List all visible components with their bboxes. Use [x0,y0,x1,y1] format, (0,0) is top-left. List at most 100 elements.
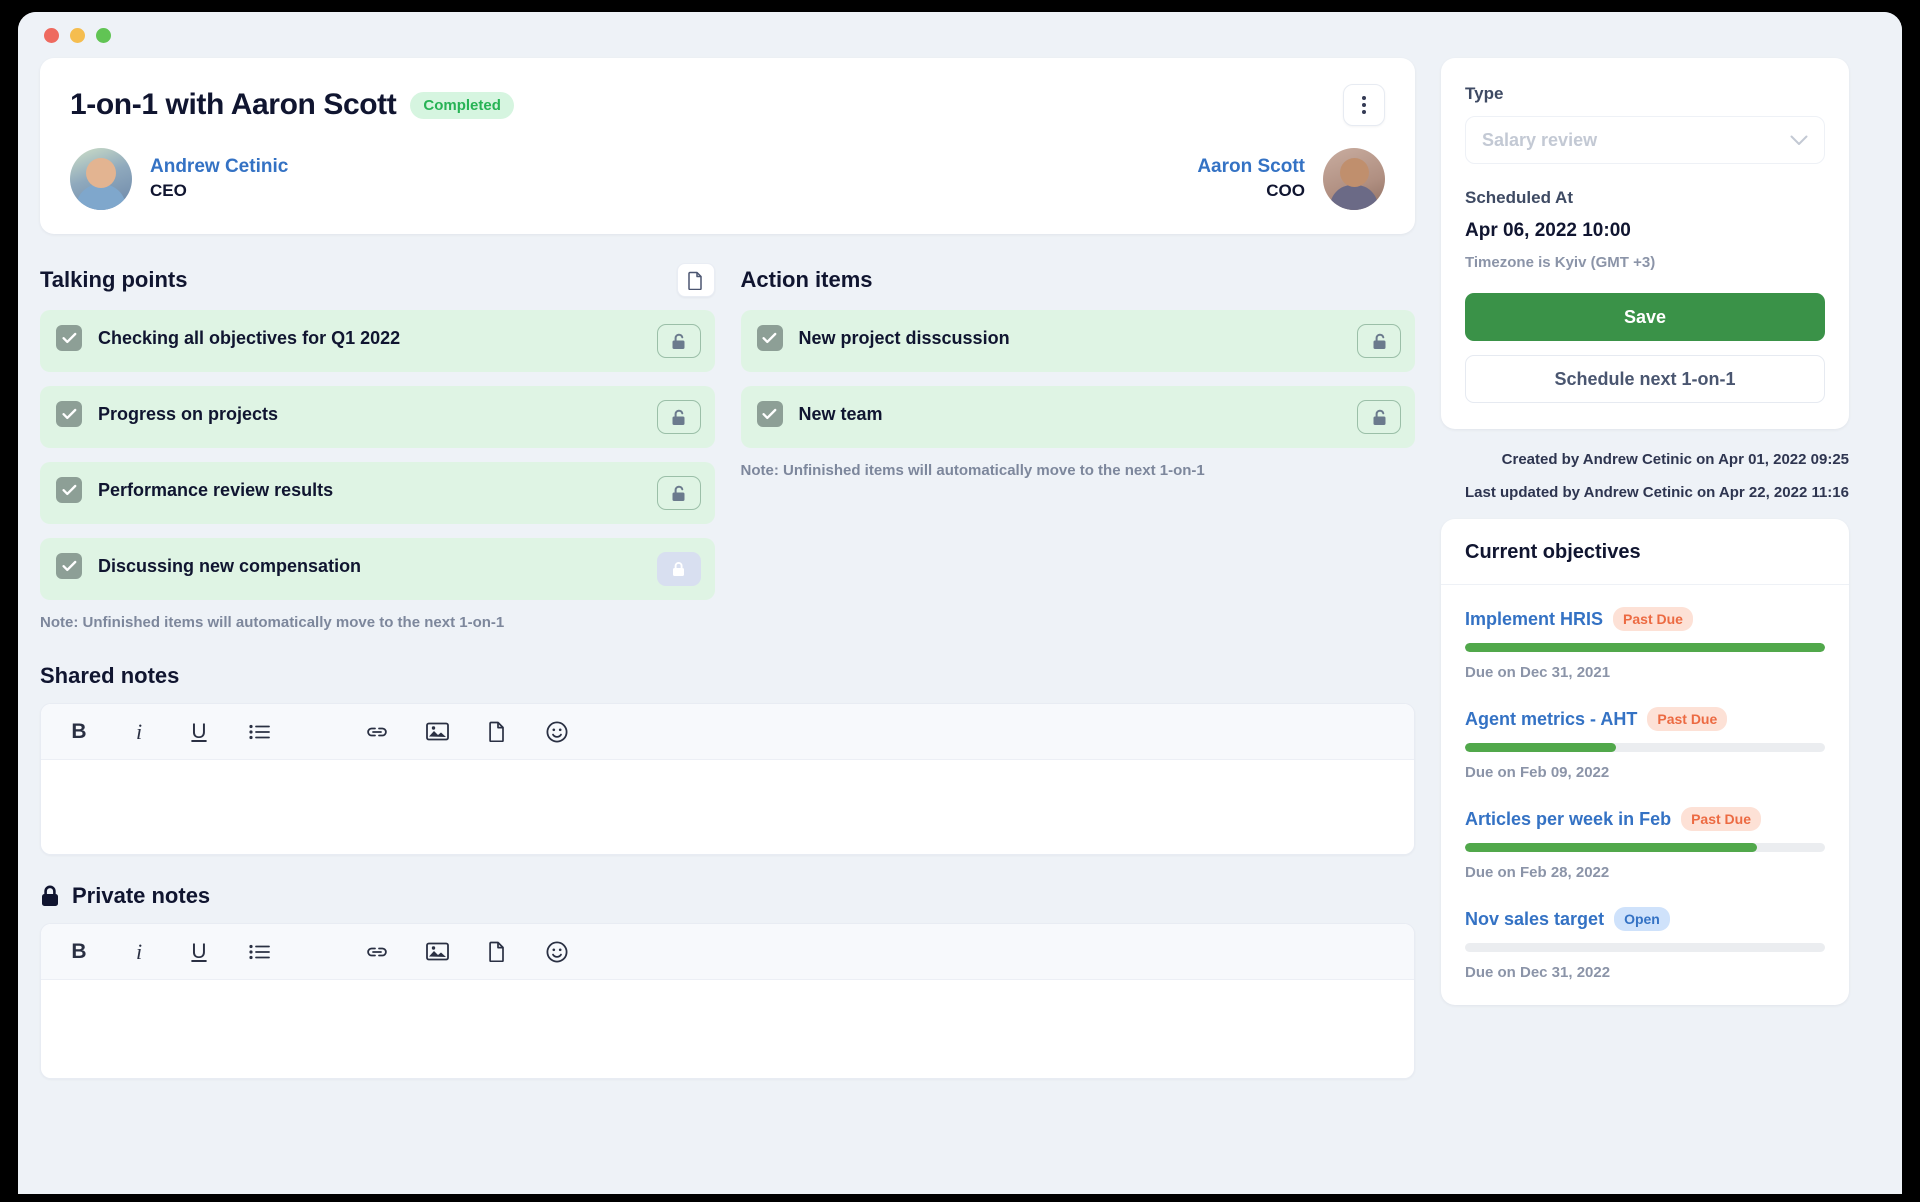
participant-role: CEO [150,180,187,200]
link-icon[interactable] [363,718,391,746]
shared-notes-editor[interactable]: Bi U [40,703,1415,855]
meeting-header-card: 1-on-1 with Aaron Scott Completed Andrew… [40,58,1415,234]
objective-title-row: Nov sales target Open [1465,907,1825,931]
kebab-menu-button[interactable] [1343,84,1385,126]
bold-icon[interactable]: B [65,718,93,746]
checkbox-checked-icon[interactable] [756,325,783,351]
emoji-icon[interactable] [543,718,571,746]
window-titlebar [18,12,1902,58]
kebab-menu-icon [1362,103,1366,107]
talking-points-header: Talking points [40,260,715,300]
avatar [1323,148,1385,210]
objective-name[interactable]: Agent metrics - AHT [1465,709,1637,730]
talking-point-label: Progress on projects [98,404,279,424]
participant-name[interactable]: Andrew Cetinic [150,155,288,180]
bold-icon[interactable]: B [65,938,93,966]
objective-progress-bar [1465,743,1825,752]
app-window: 1-on-1 with Aaron Scott Completed Andrew… [18,12,1902,1194]
image-icon[interactable] [423,938,451,966]
objective-title-row: Agent metrics - AHT Past Due [1465,707,1825,731]
avatar [70,148,132,210]
shared-notes-textarea[interactable] [41,760,1414,854]
participants-row: Andrew Cetinic CEO Aaron Scott COO [70,148,1385,210]
objective-item: Implement HRIS Past Due Due on Dec 31, 202… [1465,607,1825,681]
action-item-row[interactable]: New team [740,386,1415,448]
objectives-list: Implement HRIS Past Due Due on Dec 31, 202… [1441,585,1849,1005]
file-icon[interactable] [483,718,511,746]
talking-points-template-button[interactable] [676,263,715,297]
unlock-icon-button[interactable] [1357,324,1401,358]
chevron-down-icon [1790,130,1808,151]
objective-due-date: Due on Feb 09, 2022 [1465,764,1610,781]
created-by-text: Created by Andrew Cetinic on Apr 01, 202… [1501,451,1849,468]
bullet-list-icon[interactable] [245,938,273,966]
screen: 1-on-1 with Aaron Scott Completed Andrew… [0,0,1920,1202]
status-badge: Completed [410,91,514,119]
checkbox-checked-icon[interactable] [56,325,82,351]
close-window-button[interactable] [44,27,59,43]
type-select[interactable]: Salary review [1465,116,1825,164]
objective-name[interactable]: Nov sales target [1465,909,1604,930]
unlock-icon-button[interactable] [656,400,701,434]
objective-progress-bar [1465,643,1825,652]
action-item-row[interactable]: New project disscussion [740,310,1415,372]
objective-name[interactable]: Articles per week in Feb [1465,809,1671,830]
objective-title-row: Implement HRIS Past Due [1465,607,1825,631]
objective-status-badge: Past Due [1613,607,1693,631]
app-body: 1-on-1 with Aaron Scott Completed Andrew… [18,58,1902,1194]
participant-text: Aaron Scott COO [1197,155,1305,203]
maximize-window-button[interactable] [96,27,111,43]
private-notes-toolbar: Bi U [41,924,1414,980]
checkbox-checked-icon[interactable] [56,553,82,579]
participant-attendee: Aaron Scott COO [1197,148,1385,210]
main-content: 1-on-1 with Aaron Scott Completed Andrew… [40,58,1415,1194]
image-icon[interactable] [423,718,451,746]
link-icon[interactable] [363,938,391,966]
emoji-icon[interactable] [543,938,571,966]
objective-name[interactable]: Implement HRIS [1465,609,1603,630]
private-notes-editor[interactable]: Bi U [40,923,1415,1079]
action-items-title: Action items [740,267,873,292]
underline-icon[interactable]: U [185,718,213,746]
lock-icon-button[interactable] [656,552,701,586]
objective-status-badge: Open [1614,907,1670,931]
kebab-menu-icon [1362,110,1366,114]
objective-item: Agent metrics - AHT Past Due Due on Feb 09… [1465,707,1825,781]
shared-notes-header: Shared notes [40,663,1415,689]
checkbox-checked-icon[interactable] [756,401,783,427]
lists-row: Talking points Checking all objectives f… [40,260,1415,635]
objective-item: Nov sales target Open Due on Dec 31, 2022 [1465,907,1825,981]
last-updated-text: Last updated by Andrew Cetinic on Apr 22… [1464,484,1849,501]
talking-point-row[interactable]: Checking all objectives for Q1 2022 [40,310,715,372]
lock-icon [42,885,58,906]
kebab-menu-icon [1362,96,1366,100]
italic-icon[interactable]: i [125,938,153,966]
current-objectives-title: Current objectives [1441,519,1849,585]
unlock-icon-button[interactable] [1357,400,1401,434]
minimize-window-button[interactable] [70,27,85,43]
talking-point-row[interactable]: Progress on projects [40,386,715,448]
unlock-icon-button[interactable] [656,324,701,358]
talking-point-row[interactable]: Performance review results [40,462,715,524]
talking-points-list: Checking all objectives for Q1 2022 Progr… [40,310,715,600]
underline-icon[interactable]: U [185,938,213,966]
schedule-next-button[interactable]: Schedule next 1-on-1 [1465,355,1825,403]
action-item-label: New project disscussion [798,328,1010,348]
checkbox-checked-icon[interactable] [56,477,82,503]
save-button[interactable]: Save [1465,293,1825,341]
scheduled-at-value[interactable]: Apr 06, 2022 10:00 [1465,220,1825,242]
bullet-list-icon[interactable] [245,718,273,746]
objective-status-badge: Past Due [1647,707,1728,731]
checkbox-checked-icon[interactable] [56,401,82,427]
shared-notes-toolbar: Bi U [41,704,1414,760]
objective-item: Articles per week in Feb Past Due Due on F… [1465,807,1825,881]
current-objectives-card: Current objectives Implement HRIS Past Du… [1441,519,1849,1005]
objective-progress-bar [1465,943,1825,952]
file-icon[interactable] [483,938,511,966]
objective-status-badge: Past Due [1681,807,1761,831]
italic-icon[interactable]: i [125,718,153,746]
private-notes-textarea[interactable] [41,980,1414,1078]
talking-point-row[interactable]: Discussing new compensation [40,538,715,600]
unlock-icon-button[interactable] [656,476,701,510]
participant-name[interactable]: Aaron Scott [1197,155,1305,180]
